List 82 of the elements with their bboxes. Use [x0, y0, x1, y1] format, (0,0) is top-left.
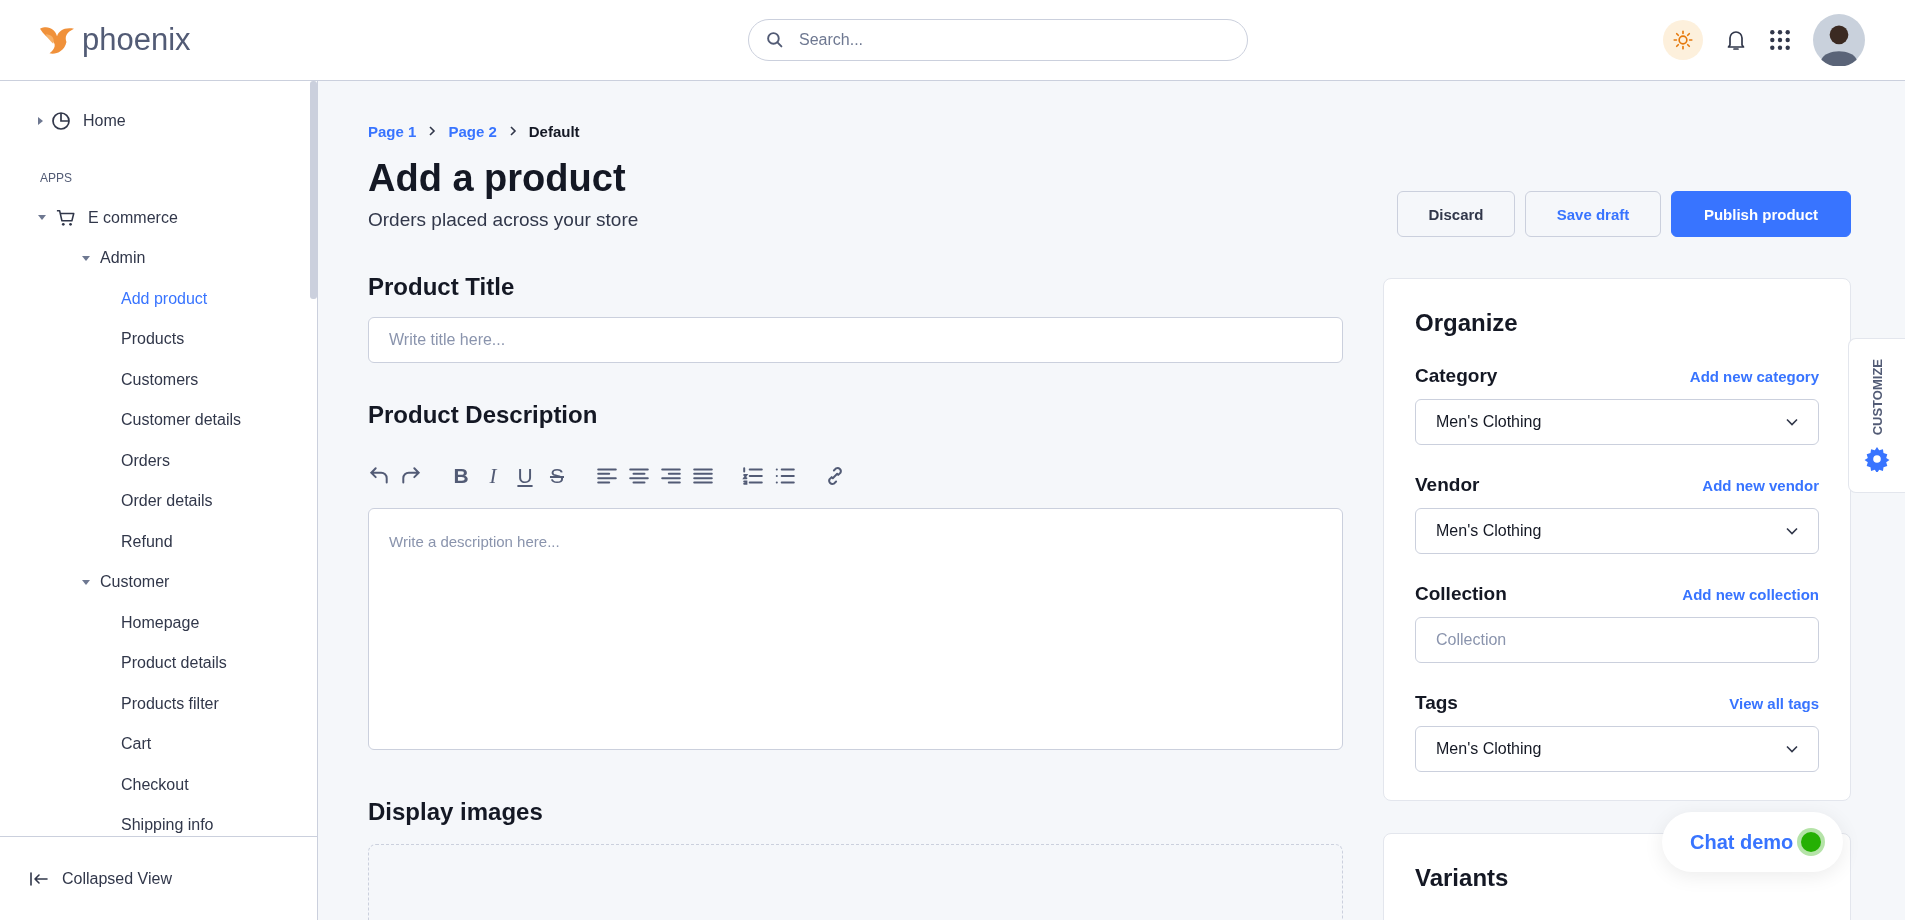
section-heading: Product Title: [368, 273, 516, 301]
nav-item[interactable]: Add product: [38, 278, 208, 319]
bullet-list-icon[interactable]: [774, 465, 796, 487]
breadcrumb-link[interactable]: Page 2: [448, 122, 497, 140]
undo-icon[interactable]: [368, 465, 390, 487]
input-field[interactable]: Collection: [1415, 617, 1819, 663]
nav-item[interactable]: Order details: [38, 481, 213, 522]
publish-button[interactable]: Publish product: [1671, 191, 1851, 237]
discard-button[interactable]: Discard: [1397, 191, 1515, 237]
nav-item[interactable]: Checkout: [38, 764, 189, 805]
field-label: Collection: [1415, 583, 1507, 605]
nav-item[interactable]: Orders: [38, 440, 170, 481]
dropdown[interactable]: Men's Clothing: [1415, 508, 1819, 554]
dropdown[interactable]: Men's Clothing: [1415, 399, 1819, 445]
page-subtitle: Orders placed across your store: [368, 209, 639, 231]
bold-button[interactable]: B: [450, 464, 472, 488]
breadcrumb-current: Default: [528, 122, 580, 140]
bell-icon[interactable]: [1725, 29, 1747, 51]
nav-item[interactable]: Product details: [38, 643, 227, 684]
redo-icon[interactable]: [400, 465, 422, 487]
cart-icon: [56, 207, 76, 228]
section-heading: Display images: [368, 798, 544, 826]
scrollbar[interactable]: [310, 81, 317, 299]
field-label: Vendor: [1415, 474, 1480, 496]
nav-item[interactable]: Admin: [38, 238, 146, 279]
nav-item[interactable]: Customer: [38, 562, 170, 603]
link[interactable]: Add new vendor: [1702, 476, 1819, 494]
align-center-icon[interactable]: [628, 465, 650, 487]
italic-button[interactable]: I: [482, 463, 504, 489]
logo-text[interactable]: phoenix: [82, 22, 191, 58]
sun-icon: [1672, 29, 1694, 51]
chevron-down-icon: [1786, 418, 1798, 426]
settings-icon: [1864, 445, 1890, 472]
card-title: Variants: [1415, 864, 1509, 892]
chevron-right-icon: [508, 125, 517, 137]
nav-item[interactable]: Products: [38, 319, 185, 360]
card-title: Organize: [1415, 309, 1518, 337]
search-field[interactable]: Search...: [748, 19, 1248, 61]
collapse-icon: [30, 871, 48, 886]
strikethrough-button[interactable]: S: [546, 464, 568, 488]
numbered-list-icon[interactable]: [742, 465, 764, 487]
nav-item[interactable]: Cart: [38, 724, 152, 765]
caret-icon: [38, 117, 43, 126]
nav-item[interactable]: Customer details: [38, 400, 242, 441]
section-label: APPS: [40, 169, 73, 187]
nav-item[interactable]: Shipping info: [38, 805, 214, 836]
pie-chart-icon: [51, 111, 71, 132]
link[interactable]: Add new category: [1689, 367, 1819, 385]
nav-item[interactable]: Customers: [38, 359, 199, 400]
nav-item[interactable]: Refund: [38, 521, 173, 562]
section-heading: Product Description: [368, 401, 599, 429]
save-draft-button[interactable]: Save draft: [1525, 191, 1661, 237]
justify-icon[interactable]: [692, 465, 714, 487]
align-right-icon[interactable]: [660, 465, 682, 487]
caret-icon: [82, 255, 90, 261]
field-label: Tags: [1415, 692, 1458, 714]
customize-tab[interactable]: CUSTOMIZE: [1848, 338, 1905, 493]
avatar[interactable]: [1813, 14, 1865, 66]
title-input[interactable]: Write title here...: [368, 317, 1343, 363]
chevron-down-icon: [1786, 527, 1798, 535]
apps-grid-icon[interactable]: [1769, 29, 1791, 51]
nav-item[interactable]: E commerce: [38, 197, 178, 238]
nav-item[interactable]: Products filter: [38, 683, 219, 724]
link[interactable]: Add new collection: [1682, 585, 1819, 603]
page-title: Add a product: [368, 156, 627, 201]
search-icon: [766, 31, 783, 48]
caret-icon: [38, 215, 46, 221]
breadcrumb-link[interactable]: Page 1: [368, 122, 417, 140]
caret-icon: [82, 579, 90, 585]
theme-toggle[interactable]: [1663, 20, 1703, 60]
nav-item[interactable]: Home: [38, 101, 126, 142]
link[interactable]: View all tags: [1729, 694, 1819, 712]
nav-item[interactable]: Homepage: [38, 602, 200, 643]
chat-button[interactable]: Chat demo: [1662, 812, 1844, 872]
description-input[interactable]: Write a description here...: [368, 508, 1343, 750]
chevron-right-icon: [428, 125, 437, 137]
underline-button[interactable]: U: [514, 464, 536, 488]
dropdown[interactable]: Men's Clothing: [1415, 726, 1819, 772]
collapse-button[interactable]: Collapsed View: [30, 869, 172, 888]
chevron-down-icon: [1786, 745, 1798, 753]
align-left-icon[interactable]: [596, 465, 618, 487]
field-label: Category: [1415, 365, 1498, 387]
